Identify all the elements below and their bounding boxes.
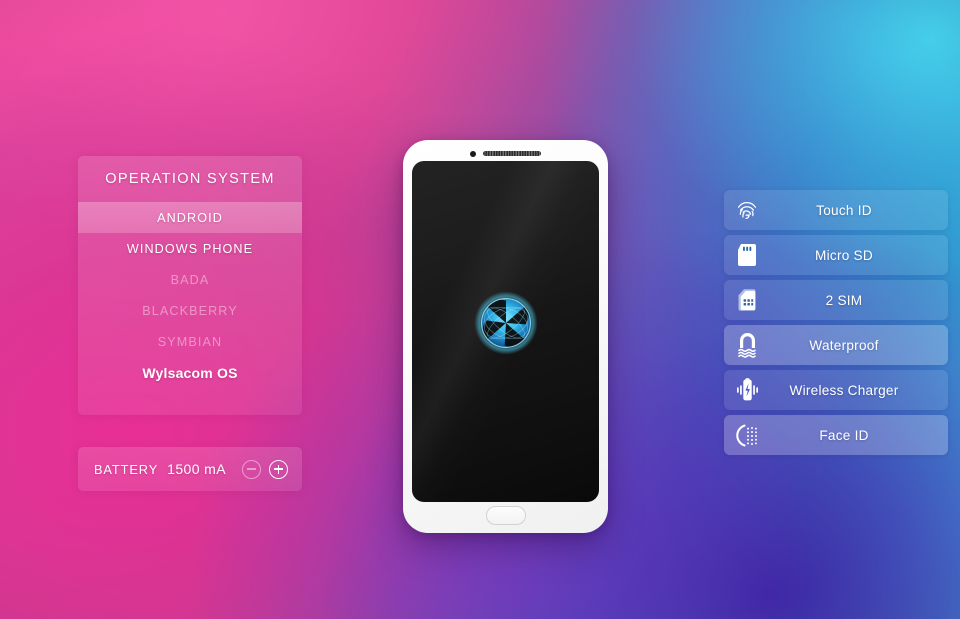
feature-label: Micro SD: [815, 247, 873, 263]
face-id-icon: [724, 423, 770, 448]
plus-circle-icon[interactable]: [269, 459, 288, 479]
sd-card-icon: [724, 243, 770, 267]
os-option-windows-phone[interactable]: WINDOWS PHONE: [78, 233, 302, 264]
earpiece-speaker-icon: [483, 151, 541, 156]
feature-row-micro-sd[interactable]: Micro SD: [724, 235, 948, 275]
feature-row-wireless-charger[interactable]: Wireless Charger: [724, 370, 948, 410]
os-option-symbian[interactable]: SYMBIAN: [78, 326, 302, 357]
wylsacom-logo-icon: [473, 291, 538, 355]
phone-screen[interactable]: [412, 161, 599, 502]
phone-mockup: [403, 140, 608, 533]
os-option-bada[interactable]: BADA: [78, 264, 302, 295]
battery-label: BATTERY: [94, 461, 159, 477]
feature-row-waterproof[interactable]: Waterproof: [724, 325, 948, 365]
feature-list: Touch ID Micro SD 2 SIM Waterproof Wirel…: [724, 190, 948, 455]
operation-system-title: OPERATION SYSTEM: [105, 171, 275, 187]
waterproof-glyph: [737, 332, 756, 358]
os-option-android[interactable]: ANDROID: [78, 202, 302, 233]
home-button-icon[interactable]: [485, 506, 526, 525]
battery-value: 1500 mA: [167, 461, 226, 477]
battery-stepper: [242, 459, 288, 479]
feature-row-face-id[interactable]: Face ID: [724, 415, 948, 455]
minus-circle-icon[interactable]: [242, 459, 261, 479]
wireless-charging-glyph: [736, 378, 758, 401]
os-option-label: BADA: [170, 272, 210, 287]
os-option-label: SYMBIAN: [157, 334, 223, 349]
sim-card-glyph: [738, 289, 756, 311]
feature-label: Touch ID: [816, 202, 872, 218]
minus-glyph: [247, 468, 256, 470]
os-option-label: BLACKBERRY: [142, 303, 238, 318]
feature-label: Waterproof: [809, 337, 879, 353]
os-option-label: Wylsacom OS: [142, 364, 238, 381]
phone-configurator-screen: OPERATION SYSTEM ANDROID WINDOWS PHONE B…: [0, 0, 960, 619]
feature-label: Wireless Charger: [789, 382, 899, 398]
waterproof-icon: [724, 332, 770, 358]
feature-label: 2 SIM: [825, 292, 863, 308]
wireless-charging-icon: [724, 378, 770, 402]
sim-card-icon: [724, 288, 770, 312]
sd-card-glyph: [738, 244, 756, 266]
phone-top-bar: [403, 149, 608, 158]
battery-panel: BATTERY 1500 mA: [78, 447, 302, 491]
os-option-blackberry[interactable]: BLACKBERRY: [78, 295, 302, 326]
feature-row-2-sim[interactable]: 2 SIM: [724, 280, 948, 320]
fingerprint-icon: [724, 198, 770, 222]
operation-system-panel: OPERATION SYSTEM ANDROID WINDOWS PHONE B…: [78, 156, 302, 415]
plus-glyph-vertical: [277, 464, 280, 474]
os-option-wylsacom-os[interactable]: Wylsacom OS: [78, 357, 302, 388]
feature-label: Face ID: [819, 427, 869, 443]
front-camera-icon: [470, 150, 476, 157]
os-option-label: WINDOWS PHONE: [126, 241, 254, 256]
face-id-glyph: [735, 424, 757, 446]
os-option-label: ANDROID: [157, 210, 223, 225]
feature-row-touch-id[interactable]: Touch ID: [724, 190, 948, 230]
